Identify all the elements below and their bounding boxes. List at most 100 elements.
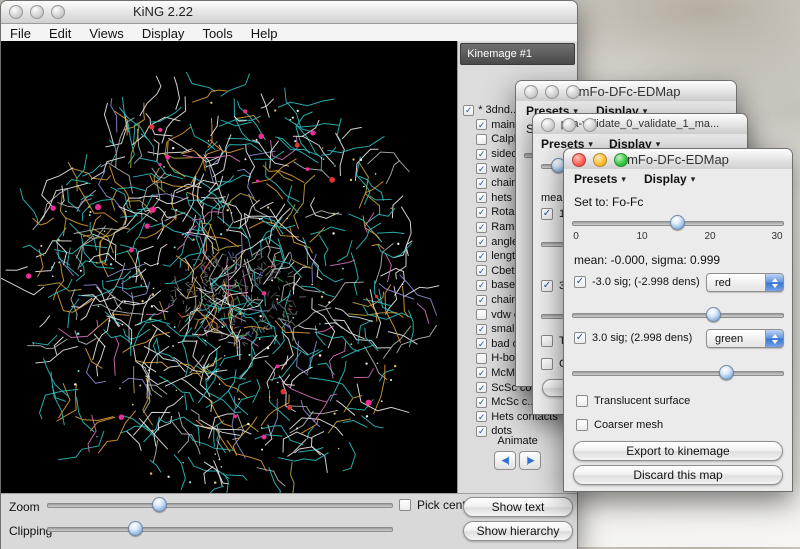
popup-stepper-icon xyxy=(765,274,783,291)
minimize-button[interactable] xyxy=(562,118,576,132)
kinemage-item-checkbox[interactable]: ✓ xyxy=(476,251,487,262)
low-contour-option[interactable]: ✓ -3.0 sig; (-2.998 dens) xyxy=(574,276,700,288)
window-controls xyxy=(533,118,597,132)
high-contour-color-select[interactable]: green xyxy=(706,329,784,348)
slider-thumb[interactable] xyxy=(719,365,734,380)
window-titlebar[interactable]: mFo-DFc-EDMap xyxy=(564,149,792,170)
minimize-button[interactable] xyxy=(30,5,44,19)
coarser-mesh-checkbox[interactable] xyxy=(541,358,553,370)
kinemage-item-checkbox[interactable]: ✓ xyxy=(476,192,487,203)
animate-step-back-button[interactable]: ◀| xyxy=(494,451,516,470)
coarser-mesh-option[interactable]: Coarser mesh xyxy=(576,419,663,431)
window-titlebar[interactable]: pka-validate_0_validate_1_ma... xyxy=(533,114,747,135)
low-contour-slider[interactable] xyxy=(572,307,784,321)
zoom-button[interactable] xyxy=(583,118,597,132)
minimize-button[interactable] xyxy=(593,153,607,167)
animate-label: Animate xyxy=(458,435,577,447)
zoom-button[interactable] xyxy=(566,85,580,99)
low-contour-option[interactable]: ✓ 1 xyxy=(541,208,565,220)
export-to-kinemage-button[interactable]: Export to kinemage xyxy=(573,441,783,461)
clipping-slider-track[interactable] xyxy=(47,527,393,532)
discard-map-button[interactable]: Discard this map xyxy=(573,465,783,485)
kinemage-item-checkbox[interactable]: ✓ xyxy=(476,280,487,291)
tick-10: 10 xyxy=(636,231,647,242)
high-contour-checkbox[interactable]: ✓ xyxy=(574,332,586,344)
tick-30: 30 xyxy=(771,231,782,242)
kinemage-item-checkbox[interactable]: ✓ xyxy=(476,119,487,130)
kinemage-item-checkbox[interactable]: ✓ xyxy=(476,236,487,247)
main-window-titlebar[interactable]: KiNG 2.22 xyxy=(1,1,577,24)
high-contour-option[interactable]: ✓ 3.0 sig; (2.998 dens) xyxy=(574,332,692,344)
close-button[interactable] xyxy=(572,153,586,167)
kinemage-item-checkbox[interactable]: ✓ xyxy=(476,411,487,422)
minimize-button[interactable] xyxy=(545,85,559,99)
bottom-control-bar: Zoom Pick center Show text Clipping Show… xyxy=(1,493,577,549)
kinemage-item-checkbox[interactable]: ✓ xyxy=(476,207,487,218)
menu-tools[interactable]: Tools xyxy=(193,24,241,42)
clipping-slider[interactable] xyxy=(47,521,393,535)
map-window-mfo-dfc: mFo-DFc-EDMap Presets ▾ Display ▾ Set to… xyxy=(563,148,793,492)
high-contour-checkbox[interactable]: ✓ xyxy=(541,280,553,292)
menu-edit[interactable]: Edit xyxy=(40,24,80,42)
low-contour-checkbox[interactable]: ✓ xyxy=(541,208,553,220)
kinemage-item-checkbox[interactable] xyxy=(476,134,487,145)
kinemage-item-checkbox[interactable]: ✓ xyxy=(476,338,487,349)
slider-thumb[interactable] xyxy=(670,215,685,230)
menu-help[interactable]: Help xyxy=(242,24,287,42)
coarser-mesh-checkbox[interactable] xyxy=(576,419,588,431)
molecule-canvas[interactable] xyxy=(1,41,457,493)
window-content: Presets ▾ Display ▾ Set to: Fo-Fc 0 10 2… xyxy=(564,169,792,491)
close-button[interactable] xyxy=(9,5,23,19)
kinemage-item-label: * 3dnd... xyxy=(478,104,519,116)
kinemage-item-checkbox[interactable] xyxy=(476,353,487,364)
chevron-down-icon: ▾ xyxy=(621,174,626,185)
display-menu[interactable]: Display ▾ xyxy=(644,172,695,186)
show-text-button[interactable]: Show text xyxy=(463,497,573,517)
slider-track[interactable] xyxy=(572,371,784,376)
animate-step-forward-button[interactable]: |▶ xyxy=(519,451,541,470)
close-button[interactable] xyxy=(541,118,555,132)
slider-thumb[interactable] xyxy=(706,307,721,322)
kinemage-item-checkbox[interactable]: ✓ xyxy=(476,367,487,378)
kinemage-item-checkbox[interactable] xyxy=(476,309,487,320)
menu-views[interactable]: Views xyxy=(80,24,132,42)
zoom-slider[interactable] xyxy=(47,497,393,511)
kinemage-item-checkbox[interactable]: ✓ xyxy=(476,324,487,335)
clipping-slider-thumb[interactable] xyxy=(128,521,143,536)
kinemage-item-checkbox[interactable]: ✓ xyxy=(463,105,474,116)
kinemage-item-checkbox[interactable]: ✓ xyxy=(476,163,487,174)
zoom-slider-thumb[interactable] xyxy=(152,497,167,512)
show-hierarchy-button[interactable]: Show hierarchy xyxy=(463,521,573,541)
kinemage-item-label: McSc c... xyxy=(491,396,536,408)
kinemage-item-checkbox[interactable]: ✓ xyxy=(476,222,487,233)
window-titlebar[interactable]: 2mFo-DFc-EDMap xyxy=(516,81,736,102)
window-controls xyxy=(564,153,628,167)
kinemage-selector[interactable]: Kinemage #1 xyxy=(460,43,575,65)
zoom-button[interactable] xyxy=(51,5,65,19)
menu-file[interactable]: File xyxy=(1,24,40,42)
kinemage-item-checkbox[interactable]: ✓ xyxy=(476,265,487,276)
translucent-option[interactable]: Translucent surface xyxy=(576,395,690,407)
high-contour-option[interactable]: ✓ 3 xyxy=(541,280,565,292)
translucent-checkbox[interactable] xyxy=(576,395,588,407)
kinemage-item-checkbox[interactable]: ✓ xyxy=(476,295,487,306)
slider-track[interactable] xyxy=(572,313,784,318)
high-contour-label: 3.0 sig; (2.998 dens) xyxy=(592,332,692,344)
clipping-label: Clipping xyxy=(9,524,52,538)
high-contour-slider[interactable] xyxy=(572,365,784,379)
kinemage-item-checkbox[interactable]: ✓ xyxy=(476,178,487,189)
kinemage-item-checkbox[interactable]: ✓ xyxy=(476,382,487,393)
pick-center-checkbox[interactable] xyxy=(399,499,411,511)
zoom-slider-track[interactable] xyxy=(47,503,393,508)
map-level-slider[interactable] xyxy=(572,215,784,229)
kinemage-item-checkbox[interactable]: ✓ xyxy=(476,149,487,160)
menu-display[interactable]: Display xyxy=(133,24,194,42)
close-button[interactable] xyxy=(524,85,538,99)
kinemage-item-checkbox[interactable]: ✓ xyxy=(476,397,487,408)
low-contour-color-select[interactable]: red xyxy=(706,273,784,292)
low-contour-checkbox[interactable]: ✓ xyxy=(574,276,586,288)
presets-menu[interactable]: Presets ▾ xyxy=(574,172,626,186)
kinemage-item-label: hets xyxy=(491,192,512,204)
translucent-checkbox[interactable] xyxy=(541,335,553,347)
zoom-button[interactable] xyxy=(614,153,628,167)
